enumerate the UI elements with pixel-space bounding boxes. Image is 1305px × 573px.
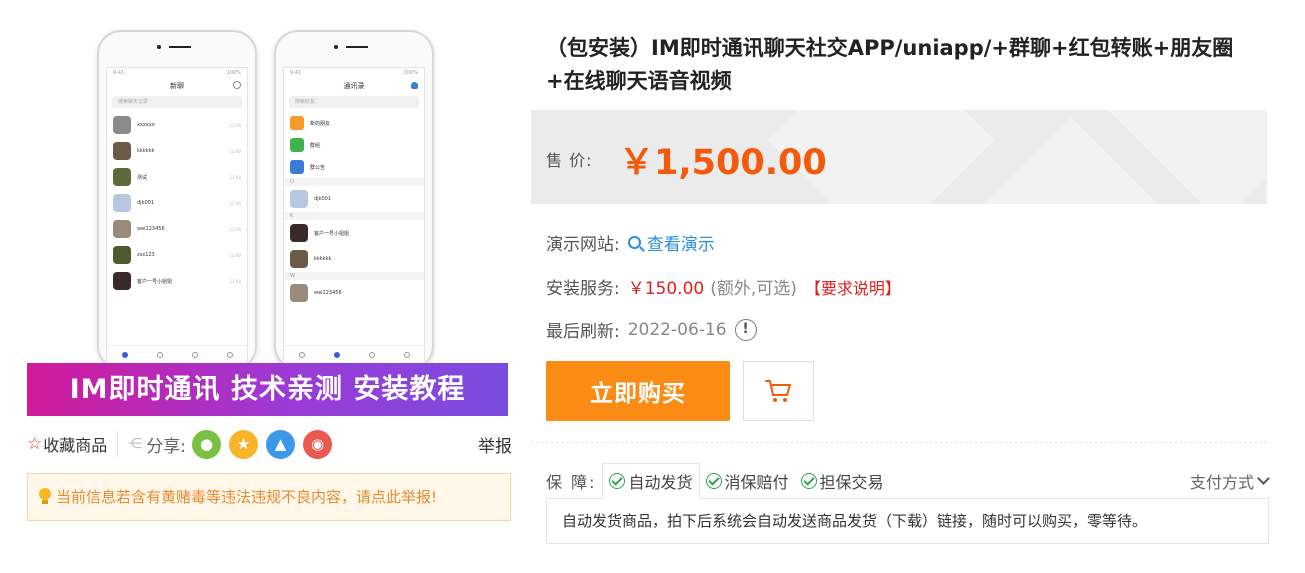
list-item: zsx123 12:00: [107, 242, 247, 268]
avatar: [113, 116, 131, 134]
new-friend-icon: [290, 116, 304, 130]
report-warning[interactable]: 当前信息若含有黄赌毒等违法违规不良内容，请点此举报!: [27, 473, 511, 521]
search-icon: [627, 236, 641, 249]
divider: [531, 442, 1267, 443]
list-item: xxxxxx 12:00: [107, 112, 247, 138]
guarantee-bar: 保 障: 自动发货 消保赔付 担保交易 支付方式: [546, 463, 1270, 499]
guarantee-label: 保 障:: [546, 473, 597, 492]
avatar: [113, 220, 131, 238]
check-circle-icon: [705, 473, 722, 489]
phone-speaker: [334, 42, 374, 52]
refresh-date: 2022-06-16: [627, 319, 727, 340]
avatar: [290, 284, 308, 302]
screen-search: 搜索好友: [289, 96, 419, 108]
info-icon[interactable]: !: [734, 318, 757, 341]
gear-icon: [233, 81, 241, 89]
list-item: 测试 12:00: [107, 164, 247, 190]
refresh-label: 最后刷新:: [546, 322, 620, 342]
group-icon: [290, 138, 304, 152]
phone-screen: 9:41 100% 新聊 搜索聊天记录 xxxxxx 12:00 kkkkkk 12:…: [106, 67, 248, 364]
screen-tabbar: [284, 345, 424, 363]
image-banner: IM即时通讯 技术亲测 安装教程: [27, 363, 508, 416]
payment-method-dropdown[interactable]: 支付方式: [1190, 469, 1270, 493]
list-item: wei123456 12:00: [107, 216, 247, 242]
list-item: kkkkkk 12:00: [107, 138, 247, 164]
install-requirements-link[interactable]: 【要求说明】: [805, 275, 901, 299]
qzone-icon[interactable]: ★: [229, 429, 258, 459]
tab-consumer-protection[interactable]: 消保赔付: [700, 463, 795, 499]
price-box: 售 价: ￥1,500.00: [531, 110, 1267, 204]
install-label: 安装服务:: [546, 279, 620, 299]
list-item: kkkkkk: [284, 246, 424, 272]
tab-escrow[interactable]: 担保交易: [795, 463, 890, 499]
avatar: [113, 246, 131, 264]
screen-tabbar: [107, 345, 247, 363]
screen-title: 新聊: [107, 78, 247, 94]
list-item: djk001 12:00: [107, 190, 247, 216]
check-circle-icon: [609, 473, 626, 489]
list-item: 客户一号小姐姐: [284, 220, 424, 246]
warning-text: 当前信息若含有黄赌毒等违法违规不良内容，请点此举报!: [56, 488, 438, 506]
price-value: ￥1,500.00: [619, 143, 827, 183]
star-icon: ☆: [27, 434, 43, 454]
add-to-cart-button[interactable]: [743, 361, 814, 421]
avatar: [113, 272, 131, 290]
wechat-icon[interactable]: ●: [192, 429, 221, 459]
install-fee: ￥150.00: [627, 279, 705, 299]
share-label: ⋲ 分享:: [128, 436, 186, 457]
list-item: wei123456: [284, 280, 424, 306]
list-item: 群公告: [284, 156, 424, 178]
favorite-button[interactable]: ☆ 收藏商品: [27, 432, 107, 456]
chevron-down-icon: [1257, 472, 1270, 485]
favorite-label: 收藏商品: [43, 436, 108, 455]
demo-row: 演示网站: 查看演示: [546, 230, 715, 255]
screen-title: 通讯录: [284, 78, 424, 94]
avatar: [290, 224, 308, 242]
install-note: (额外,可选): [710, 279, 797, 299]
check-circle-icon: [800, 473, 817, 489]
divider: [117, 430, 119, 458]
buy-now-button[interactable]: 立即购买: [546, 361, 730, 421]
list-item: 群组: [284, 134, 424, 156]
weibo-icon[interactable]: ◉: [303, 429, 332, 459]
list-item: 新的朋友: [284, 112, 424, 134]
screen-search: 搜索聊天记录: [112, 96, 242, 108]
add-user-icon: [411, 82, 418, 89]
share-icon: ⋲: [128, 436, 143, 452]
phone-speaker: [157, 42, 197, 52]
avatar: [290, 190, 308, 208]
refresh-row: 最后刷新: 2022-06-16 !: [546, 317, 757, 342]
guarantee-description: 自动发货商品，拍下后系统会自动发送商品发货（下载）链接，随时可以购买，零等待。: [546, 498, 1269, 544]
list-item: djk001: [284, 186, 424, 212]
phone-screen: 9:41 100% 通讯录 搜索好友 新的朋友 群组 群公告 D djk001 K…: [283, 67, 425, 364]
price-label: 售 价:: [546, 151, 593, 170]
lightbulb-icon: [38, 488, 52, 506]
demo-link[interactable]: 查看演示: [627, 230, 715, 255]
product-title: （包安装）IM即时通讯聊天社交APP/uniapp/+群聊+红包转账+朋友圈+在…: [546, 36, 1234, 93]
avatar: [113, 194, 131, 212]
report-link[interactable]: 举报: [478, 432, 512, 457]
avatar: [113, 142, 131, 160]
tab-auto-delivery[interactable]: 自动发货: [602, 463, 700, 499]
share-bar: ☆ 收藏商品 ⋲ 分享: ● ★ ▲ ◉ 举报: [27, 428, 512, 460]
phone-mockup-contacts: 9:41 100% 通讯录 搜索好友 新的朋友 群组 群公告 D djk001 K…: [274, 30, 434, 370]
avatar: [113, 168, 131, 186]
avatar: [290, 250, 308, 268]
list-item: 客户一号小姐姐 12:00: [107, 268, 247, 294]
qq-icon[interactable]: ▲: [266, 429, 295, 459]
notice-icon: [290, 160, 304, 174]
product-image[interactable]: 9:41 100% 新聊 搜索聊天记录 xxxxxx 12:00 kkkkkk 12:…: [27, 0, 508, 416]
demo-label: 演示网站:: [546, 235, 620, 255]
cart-icon: [764, 380, 791, 402]
phone-mockup-chats: 9:41 100% 新聊 搜索聊天记录 xxxxxx 12:00 kkkkkk 12:…: [97, 30, 257, 370]
install-row: 安装服务: ￥150.00 (额外,可选) 【要求说明】: [546, 274, 901, 300]
